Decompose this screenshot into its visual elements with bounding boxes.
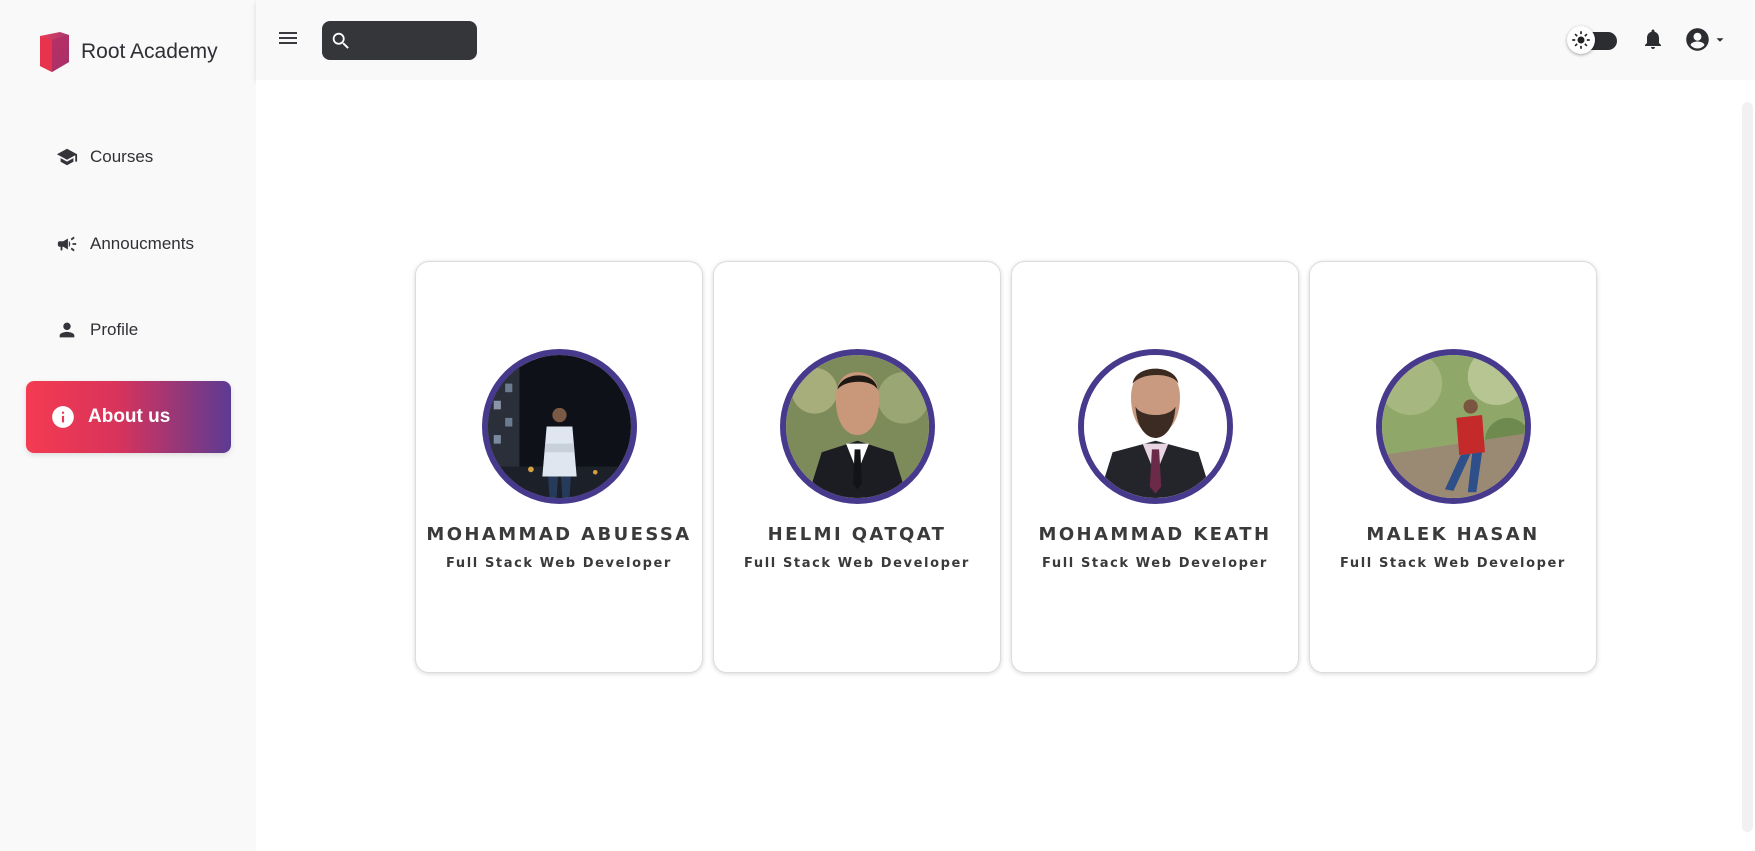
chevron-down-icon	[1716, 37, 1724, 42]
member-photo	[482, 349, 637, 504]
account-circle-icon	[1686, 28, 1709, 51]
team-member-card: MOHAMMAD KEATH Full Stack Web Developer	[1011, 261, 1299, 673]
info-icon	[50, 404, 76, 430]
team-cards: MOHAMMAD ABUESSA Full Stack Web Develope…	[415, 261, 1597, 673]
member-role: Full Stack Web Developer	[744, 556, 970, 571]
top-bar	[256, 0, 1755, 80]
notifications-button[interactable]	[1641, 27, 1665, 53]
theme-toggle[interactable]	[1567, 26, 1619, 54]
main-content: MOHAMMAD ABUESSA Full Stack Web Develope…	[256, 80, 1755, 851]
member-name: MOHAMMAD ABUESSA	[426, 524, 692, 545]
member-name: HELMI QATQAT	[767, 524, 947, 545]
member-role: Full Stack Web Developer	[1042, 556, 1268, 571]
member-photo	[780, 349, 935, 504]
sidebar-item-profile[interactable]: Profile	[26, 294, 231, 366]
sidebar-item-label: Profile	[90, 320, 139, 339]
team-member-card: MALEK HASAN Full Stack Web Developer	[1309, 261, 1597, 673]
bell-icon	[1645, 29, 1661, 49]
sidebar-item-about-us[interactable]: About us	[26, 381, 231, 453]
root-academy-logo	[40, 32, 69, 72]
brand-name: Root Academy	[81, 40, 218, 63]
sidebar-item-label: Courses	[90, 147, 154, 166]
graduation-cap-icon	[56, 146, 78, 168]
sidebar: Root Academy Courses Annoucments Profile…	[0, 0, 256, 851]
person-icon	[56, 319, 78, 341]
member-role: Full Stack Web Developer	[446, 556, 672, 571]
member-name: MOHAMMAD KEATH	[1038, 524, 1272, 545]
toggle-thumb	[1567, 26, 1595, 54]
megaphone-icon	[56, 233, 78, 255]
member-photo	[1078, 349, 1233, 504]
sidebar-item-announcements[interactable]: Annoucments	[26, 208, 231, 280]
account-menu[interactable]	[1684, 26, 1727, 53]
team-member-card: MOHAMMAD ABUESSA Full Stack Web Develope…	[415, 261, 703, 673]
member-photo	[1376, 349, 1531, 504]
search-box[interactable]	[322, 21, 477, 60]
brand[interactable]: Root Academy	[38, 30, 218, 74]
member-name: MALEK HASAN	[1366, 524, 1540, 545]
sidebar-item-label: Annoucments	[90, 234, 194, 253]
hamburger-menu-icon[interactable]	[276, 26, 300, 50]
team-member-card: HELMI QATQAT Full Stack Web Developer	[713, 261, 1001, 673]
search-icon	[332, 32, 349, 49]
scrollbar[interactable]	[1742, 102, 1753, 832]
sun-icon	[1572, 31, 1590, 49]
member-role: Full Stack Web Developer	[1340, 556, 1566, 571]
sidebar-item-label: About us	[88, 406, 171, 427]
sidebar-item-courses[interactable]: Courses	[26, 121, 231, 193]
search-input[interactable]	[358, 31, 468, 50]
